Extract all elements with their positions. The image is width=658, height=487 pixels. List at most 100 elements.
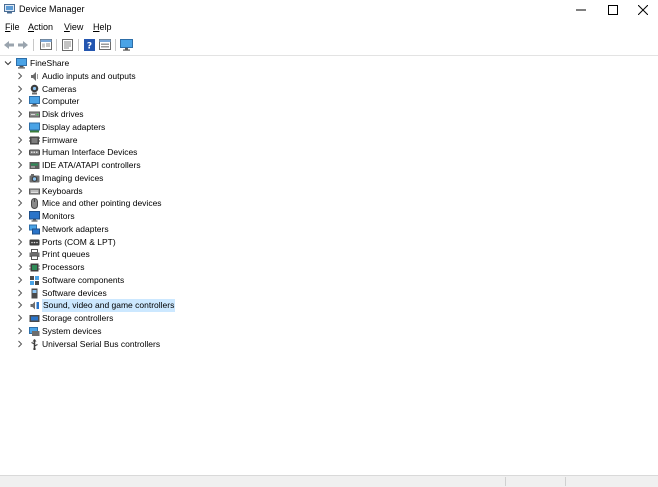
tree-item[interactable]: Software devices	[0, 287, 260, 300]
tree-item[interactable]: Processors	[0, 261, 260, 274]
chevron-right-icon[interactable]	[16, 97, 24, 105]
tree-item-label: Imaging devices	[42, 172, 104, 183]
tree-item-label: Sound, video and game controllers	[42, 299, 176, 313]
chevron-right-icon[interactable]	[16, 212, 24, 220]
chevron-right-icon[interactable]	[16, 238, 24, 246]
chevron-right-icon[interactable]	[16, 301, 24, 309]
hid-icon	[29, 149, 40, 156]
tree-item[interactable]: Audio inputs and outputs	[0, 70, 260, 83]
chevron-right-icon[interactable]	[16, 289, 24, 297]
tree-item[interactable]: Network adapters	[0, 223, 260, 236]
tree-item[interactable]: Firmware	[0, 134, 260, 147]
chevron-down-icon[interactable]	[4, 59, 12, 67]
menu-file[interactable]: File	[5, 22, 20, 32]
chevron-right-icon[interactable]	[16, 174, 24, 182]
monitor-icon	[29, 211, 40, 222]
network-adapter-icon	[29, 224, 40, 235]
tree-item[interactable]: Print queues	[0, 248, 260, 261]
computer-monitor-icon	[120, 38, 133, 51]
chevron-right-icon[interactable]	[16, 263, 24, 271]
chevron-right-icon[interactable]	[16, 72, 24, 80]
status-bar	[0, 475, 658, 487]
tree-item[interactable]: Computer	[0, 95, 260, 108]
menu-view-label: iew	[69, 22, 84, 32]
chevron-right-icon[interactable]	[16, 110, 24, 118]
tree-item[interactable]: Cameras	[0, 83, 260, 96]
chevron-right-icon[interactable]	[16, 85, 24, 93]
tree-item-label: Ports (COM & LPT)	[42, 236, 116, 247]
tree-item[interactable]: Sound, video and game controllers	[0, 299, 260, 313]
minimize-button[interactable]	[565, 0, 597, 19]
close-button[interactable]	[627, 0, 658, 19]
update-driver-icon	[62, 38, 73, 51]
imaging-icon	[29, 173, 40, 183]
tree-item[interactable]: Display adapters	[0, 121, 260, 134]
properties-icon	[39, 39, 52, 50]
mouse-icon	[31, 198, 38, 210]
tree-item-label: Storage controllers	[42, 313, 114, 324]
tree-item-label: IDE ATA/ATAPI controllers	[42, 160, 141, 171]
tree-root[interactable]: FineShare	[0, 57, 200, 70]
usb-icon	[31, 338, 38, 350]
show-hidden-icon	[98, 39, 111, 50]
tree-item[interactable]: Monitors	[0, 210, 260, 223]
menu-help[interactable]: Help	[93, 22, 112, 32]
chevron-right-icon[interactable]	[16, 123, 24, 131]
tree-item-label: Software components	[42, 274, 125, 285]
maximize-icon	[608, 4, 618, 15]
chevron-right-icon[interactable]	[16, 187, 24, 195]
toolbar: ?	[0, 35, 658, 56]
chevron-right-icon[interactable]	[16, 314, 24, 322]
chevron-right-icon[interactable]	[16, 250, 24, 258]
chevron-right-icon[interactable]	[16, 148, 24, 156]
printer-icon	[29, 249, 40, 261]
maximize-button[interactable]	[597, 0, 629, 19]
tree-item[interactable]: Software components	[0, 274, 260, 287]
tree-item[interactable]: Ports (COM & LPT)	[0, 236, 260, 249]
chevron-right-icon[interactable]	[16, 225, 24, 233]
chevron-right-icon[interactable]	[16, 161, 24, 169]
forward-button[interactable]	[16, 38, 29, 51]
scan-hardware-button[interactable]	[120, 38, 133, 51]
chevron-right-icon[interactable]	[16, 276, 24, 284]
tree-item-label: Software devices	[42, 287, 107, 298]
status-separator	[505, 477, 506, 486]
back-button[interactable]	[2, 38, 15, 51]
tree-item[interactable]: System devices	[0, 325, 260, 338]
menu-file-label: ile	[10, 22, 20, 32]
tree-item[interactable]: Universal Serial Bus controllers	[0, 338, 260, 351]
menu-action-label: ction	[34, 22, 54, 32]
tree-item[interactable]: IDE ATA/ATAPI controllers	[0, 159, 260, 172]
tree-item[interactable]: Keyboards	[0, 185, 260, 198]
menu-help-label: elp	[99, 22, 112, 32]
svg-text:?: ?	[87, 41, 92, 51]
close-icon	[638, 4, 648, 15]
tree-item[interactable]: Imaging devices	[0, 172, 260, 185]
tree-item[interactable]: Mice and other pointing devices	[0, 197, 260, 210]
disk-drive-icon	[29, 111, 40, 118]
processor-icon	[29, 263, 40, 272]
tree-item[interactable]: Disk drives	[0, 108, 260, 121]
back-arrow-icon	[3, 40, 14, 49]
tree-item-label: Disk drives	[42, 109, 84, 120]
toolbar-separator	[56, 39, 57, 51]
tree-item[interactable]: Storage controllers	[0, 312, 260, 325]
chevron-right-icon[interactable]	[16, 340, 24, 348]
chevron-right-icon[interactable]	[16, 199, 24, 207]
keyboard-icon	[29, 188, 40, 195]
help-button[interactable]: ?	[83, 38, 96, 51]
chevron-right-icon[interactable]	[16, 327, 24, 335]
menu-action[interactable]: Action	[28, 22, 53, 32]
display-adapter-icon	[29, 122, 40, 133]
update-driver-button[interactable]	[61, 38, 74, 51]
port-icon	[29, 239, 40, 246]
tree-item-label: Audio inputs and outputs	[42, 70, 136, 81]
help-icon: ?	[84, 38, 95, 51]
tree-item-label: Human Interface Devices	[42, 147, 138, 158]
chevron-right-icon[interactable]	[16, 136, 24, 144]
tree-item[interactable]: Human Interface Devices	[0, 146, 260, 159]
show-hidden-button[interactable]	[98, 38, 111, 51]
device-manager-app-icon	[4, 4, 15, 14]
menu-view[interactable]: View	[64, 22, 83, 32]
properties-button[interactable]	[39, 38, 52, 51]
